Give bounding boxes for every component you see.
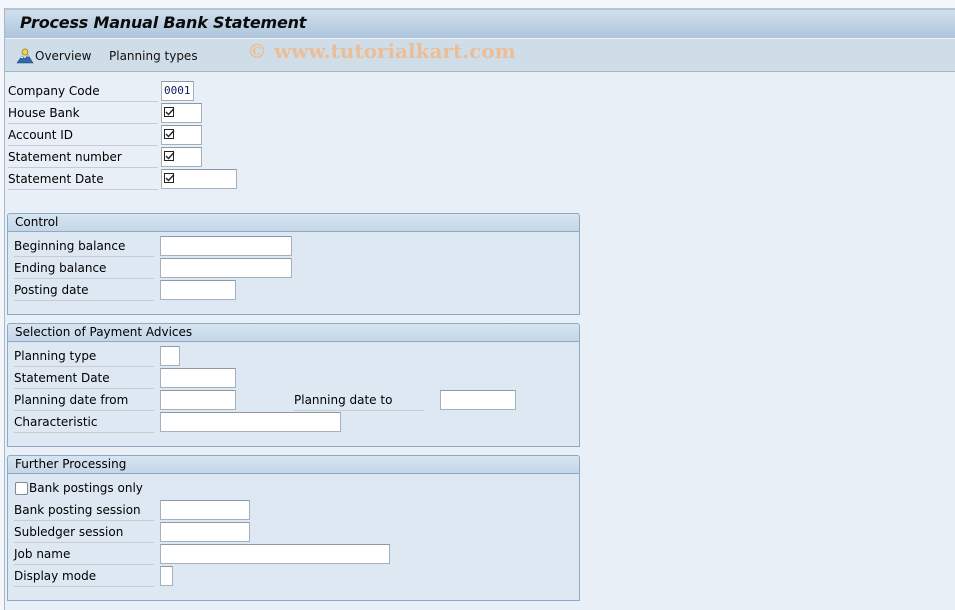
required-entry-icon — [164, 173, 175, 183]
selection-statement-date-input[interactable] — [160, 368, 236, 388]
bank-postings-only-label: Bank postings only — [29, 481, 143, 495]
bank-postings-only-checkbox[interactable] — [15, 482, 28, 495]
further-processing-group-title: Further Processing — [8, 456, 579, 474]
ending-balance-label: Ending balance — [14, 258, 154, 279]
subledger-session-input[interactable] — [160, 522, 250, 542]
display-mode-label: Display mode — [14, 566, 154, 587]
further-processing-group: Further Processing Bank postings only Ba… — [7, 455, 580, 601]
beginning-balance-row: Beginning balance — [14, 236, 314, 257]
planning-date-from-row: Planning date from Planning date to — [14, 390, 534, 411]
planning-type-input[interactable] — [160, 346, 180, 366]
account-id-label: Account ID — [8, 125, 158, 146]
display-mode-row: Display mode — [14, 566, 314, 587]
overview-icon — [16, 48, 34, 64]
house-bank-row: House Bank — [8, 103, 308, 124]
statement-number-row: Statement number — [8, 147, 308, 168]
subledger-session-row: Subledger session — [14, 522, 314, 543]
posting-date-label: Posting date — [14, 280, 154, 301]
ending-balance-input[interactable] — [160, 258, 292, 278]
bank-postings-only-row: Bank postings only — [14, 478, 214, 499]
title-bar: Process Manual Bank Statement — [5, 8, 955, 39]
planning-types-label: Planning types — [109, 49, 198, 63]
control-group: Control Beginning balance Ending balance… — [7, 213, 580, 315]
required-entry-icon — [164, 151, 175, 161]
job-name-label: Job name — [14, 544, 154, 565]
planning-date-from-label: Planning date from — [14, 390, 154, 411]
beginning-balance-input[interactable] — [160, 236, 292, 256]
account-id-row: Account ID — [8, 125, 308, 146]
planning-date-from-input[interactable] — [160, 390, 236, 410]
watermark: © www.tutorialkart.com — [247, 39, 516, 63]
planning-date-to-label: Planning date to — [294, 390, 424, 411]
beginning-balance-label: Beginning balance — [14, 236, 154, 257]
page-title: Process Manual Bank Statement — [20, 13, 307, 32]
statement-date-label: Statement Date — [8, 169, 158, 190]
overview-button[interactable]: Overview — [16, 47, 92, 65]
house-bank-input[interactable] — [161, 103, 202, 123]
statement-number-label: Statement number — [8, 147, 158, 168]
planning-type-row: Planning type — [14, 346, 314, 367]
house-bank-label: House Bank — [8, 103, 158, 124]
selection-statement-date-row: Statement Date — [14, 368, 314, 389]
job-name-row: Job name — [14, 544, 414, 565]
company-code-row: Company Code 0001 — [8, 81, 308, 102]
statement-date-input[interactable] — [161, 169, 237, 189]
posting-date-row: Posting date — [14, 280, 314, 301]
required-entry-icon — [164, 129, 175, 139]
job-name-input[interactable] — [160, 544, 390, 564]
bank-posting-session-input[interactable] — [160, 500, 250, 520]
planning-type-label: Planning type — [14, 346, 154, 367]
selection-group-title: Selection of Payment Advices — [8, 324, 579, 342]
control-group-title: Control — [8, 214, 579, 232]
statement-date-row: Statement Date — [8, 169, 308, 190]
selection-statement-date-label: Statement Date — [14, 368, 154, 389]
overview-label: Overview — [35, 49, 92, 63]
sap-window: Process Manual Bank Statement Overview P… — [4, 8, 955, 610]
bank-posting-session-label: Bank posting session — [14, 500, 154, 521]
bank-posting-session-row: Bank posting session — [14, 500, 314, 521]
statement-number-input[interactable] — [161, 147, 202, 167]
required-entry-icon — [164, 107, 175, 117]
posting-date-input[interactable] — [160, 280, 236, 300]
account-id-input[interactable] — [161, 125, 202, 145]
selection-group: Selection of Payment Advices Planning ty… — [7, 323, 580, 447]
characteristic-input[interactable] — [160, 412, 341, 432]
planning-types-button[interactable]: Planning types — [109, 47, 198, 65]
display-mode-input[interactable] — [160, 566, 173, 586]
company-code-input[interactable]: 0001 — [161, 81, 194, 101]
planning-date-to-input[interactable] — [440, 390, 516, 410]
characteristic-label: Characteristic — [14, 412, 154, 433]
subledger-session-label: Subledger session — [14, 522, 154, 543]
ending-balance-row: Ending balance — [14, 258, 314, 279]
characteristic-row: Characteristic — [14, 412, 414, 433]
company-code-label: Company Code — [8, 81, 158, 102]
application-toolbar: Overview Planning types © www.tutorialka… — [5, 39, 955, 72]
